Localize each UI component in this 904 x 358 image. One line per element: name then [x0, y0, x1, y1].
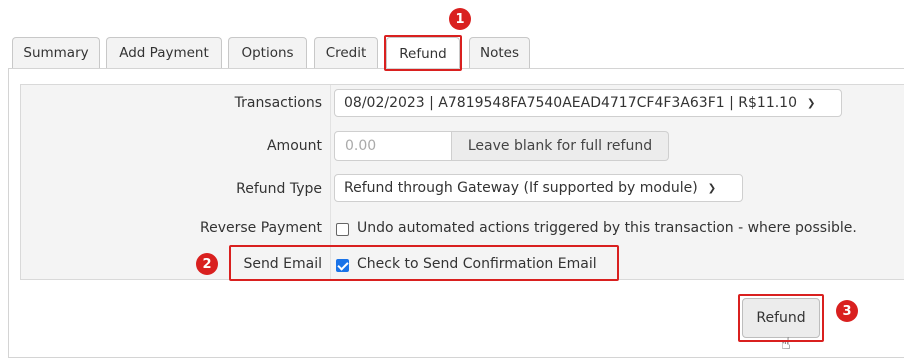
tab-label: Add Payment	[119, 45, 209, 61]
amount-label: Amount	[266, 138, 322, 154]
tab-label: Notes	[480, 45, 519, 61]
tab-add-payment[interactable]: Add Payment	[106, 37, 222, 68]
tab-credit[interactable]: Credit	[314, 37, 378, 68]
refund-type-value: Refund through Gateway (If supported by …	[344, 180, 698, 196]
reverse-payment-text: Undo automated actions triggered by this…	[357, 220, 857, 236]
highlight-refund-tab	[384, 35, 462, 71]
refund-type-label: Refund Type	[236, 181, 322, 197]
step-2-badge: 2	[196, 253, 218, 275]
highlight-send-email	[229, 245, 619, 281]
amount-addon: Leave blank for full refund	[452, 131, 669, 161]
chevron-down-icon: ❯	[707, 182, 717, 194]
amount-placeholder: 0.00	[345, 138, 377, 154]
tab-label: Options	[241, 45, 294, 61]
transactions-select[interactable]: 08/02/2023 | A7819548FA7540AEAD4717CF4F3…	[334, 89, 842, 117]
tab-summary[interactable]: Summary	[12, 37, 100, 68]
step-3-badge: 3	[836, 300, 858, 322]
tab-label: Summary	[23, 45, 89, 61]
tab-notes[interactable]: Notes	[469, 37, 530, 68]
transactions-value: 08/02/2023 | A7819548FA7540AEAD4717CF4F3…	[344, 95, 797, 111]
highlight-refund-button	[738, 294, 824, 342]
reverse-payment-label: Reverse Payment	[199, 220, 322, 236]
step-1-badge: 1	[449, 8, 471, 30]
amount-input[interactable]: 0.00	[334, 131, 452, 161]
tab-options[interactable]: Options	[228, 37, 307, 68]
chevron-down-icon: ❯	[807, 97, 816, 109]
reverse-payment-checkbox[interactable]	[336, 223, 349, 236]
refund-type-select[interactable]: Refund through Gateway (If supported by …	[334, 174, 743, 202]
transactions-label: Transactions	[234, 95, 322, 111]
tab-label: Credit	[325, 45, 367, 61]
amount-addon-text: Leave blank for full refund	[467, 138, 653, 154]
